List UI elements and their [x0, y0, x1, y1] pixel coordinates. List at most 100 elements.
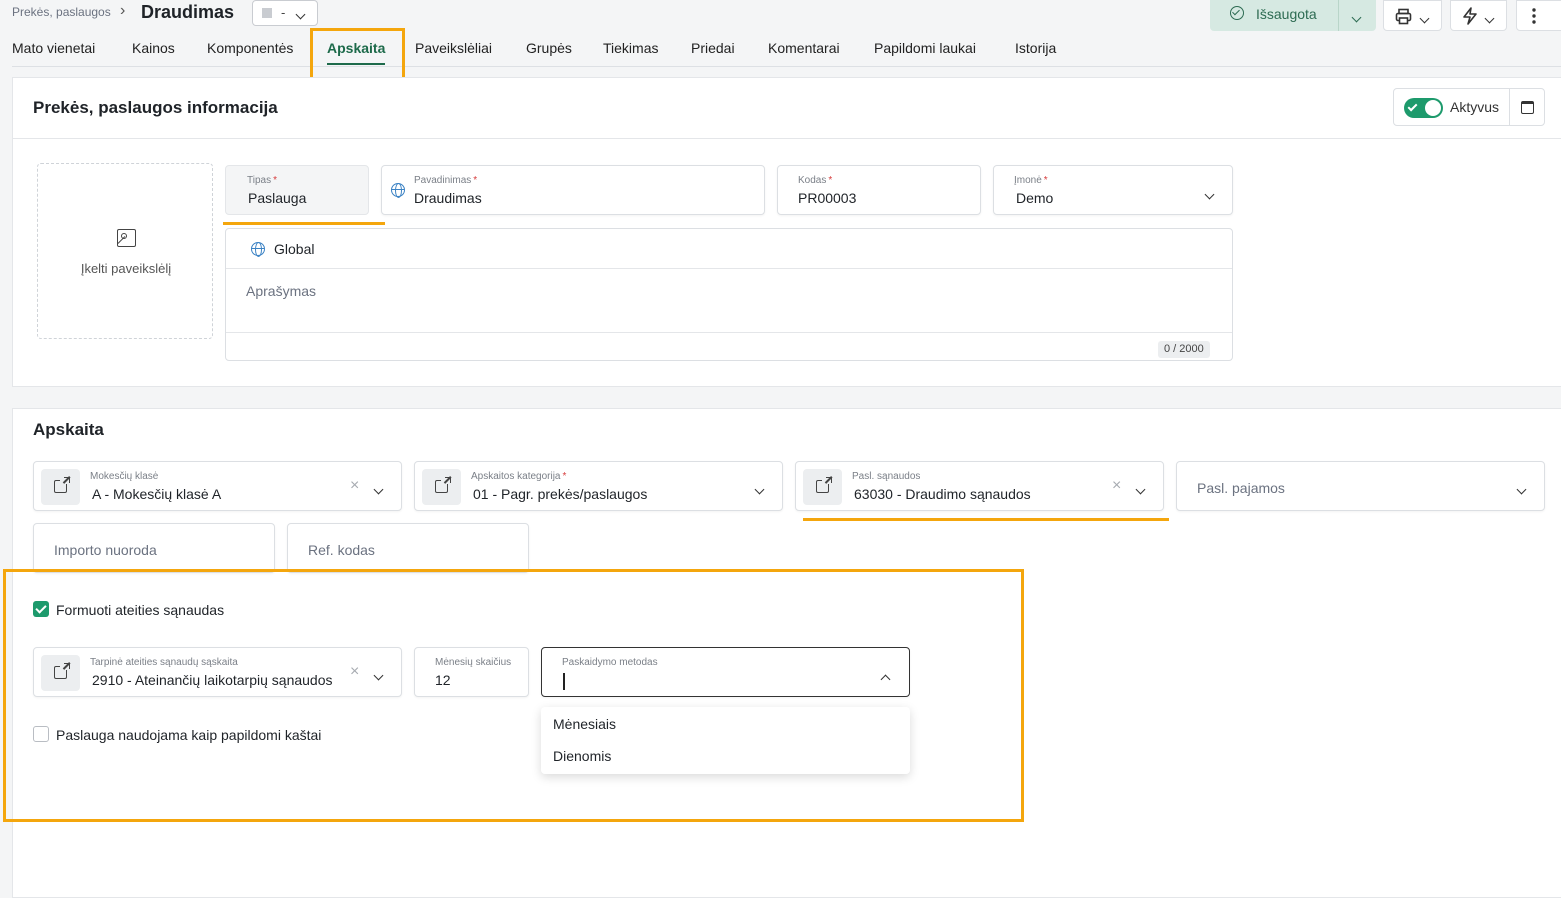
tab-komponentes[interactable]: Komponentės [207, 40, 293, 56]
toggle-switch[interactable] [1404, 98, 1443, 118]
kategorija-value: 01 - Pagr. prekės/paslaugos [473, 486, 648, 502]
tab-grupes[interactable]: Grupės [526, 40, 572, 56]
breadcrumb[interactable]: Prekės, paslaugos [12, 5, 111, 19]
language-selector[interactable]: Global [226, 229, 1232, 269]
lightning-icon [1463, 7, 1477, 25]
text-caret [563, 673, 565, 690]
open-link-button[interactable] [422, 469, 461, 505]
actions-button[interactable] [1450, 0, 1507, 31]
language-label: Global [274, 241, 315, 257]
clear-icon[interactable]: × [1112, 477, 1121, 495]
check-circle-icon [1230, 6, 1244, 20]
more-vertical-icon [1532, 8, 1536, 24]
open-link-button[interactable] [803, 469, 842, 505]
tipas-field[interactable]: Tipas * Paslauga [225, 165, 369, 215]
kodas-field[interactable]: Kodas * PR00003 [777, 165, 981, 215]
save-button[interactable]: Išsaugota [1210, 0, 1338, 31]
tab-bar: Mato vienetai Kainos Komponentės Apskait… [12, 30, 1561, 67]
importo-placeholder: Importo nuoroda [54, 542, 157, 558]
clear-icon[interactable]: × [350, 477, 359, 495]
papildomi-kastai-checkbox[interactable] [33, 726, 49, 742]
sanaudos-value: 63030 - Draudimo sąnaudos [854, 486, 1031, 502]
kodas-input: PR00003 [798, 190, 857, 206]
highlight-underline-tipas [223, 222, 385, 225]
ref-placeholder: Ref. kodas [308, 542, 375, 558]
chevron-down-icon [1419, 9, 1430, 27]
menu-option-menesiais[interactable]: Mėnesiais [553, 716, 616, 732]
open-link-button[interactable] [41, 655, 80, 691]
tab-paveiksleliai[interactable]: Paveikslėliai [415, 40, 492, 56]
image-upload-label: Įkelti paveikslėlį [80, 261, 172, 276]
globe-icon [251, 242, 265, 257]
formuoti-checkbox[interactable] [33, 601, 49, 617]
status-square-icon [262, 8, 272, 18]
imone-label: Įmonė * [1014, 175, 1048, 186]
papildomi-kastai-label[interactable]: Paslauga naudojama kaip papildomi kaštai [56, 727, 321, 743]
chevron-down-icon [373, 666, 384, 684]
printer-icon [1395, 8, 1412, 25]
apskaitos-kategorija-select[interactable]: Apskaitos kategorija * 01 - Pagr. prekės/… [414, 461, 783, 511]
formuoti-label[interactable]: Formuoti ateities sąnaudas [56, 602, 224, 618]
page-title: Draudimas [141, 2, 235, 22]
status-select[interactable]: - [252, 0, 318, 26]
chevron-down-icon [754, 480, 765, 498]
open-link-button[interactable] [41, 469, 80, 505]
mokesciu-label: Mokesčių klasė [90, 471, 159, 482]
active-toggle-label: Aktyvus [1450, 99, 1500, 115]
chevron-down-icon [1516, 480, 1527, 498]
tarpine-value: 2910 - Ateinančių laikotarpių sąnaudos [92, 672, 333, 688]
menesiu-input: 12 [435, 672, 451, 688]
status-value: - [281, 5, 286, 20]
chevron-down-icon [295, 6, 306, 21]
paskaidymo-metodas-select[interactable]: Paskaidymo metodas [541, 647, 910, 697]
active-toggle[interactable]: Aktyvus [1393, 88, 1510, 126]
pajamos-placeholder: Pasl. pajamos [1197, 480, 1285, 496]
pasl-pajamos-select[interactable]: Pasl. pajamos [1176, 461, 1545, 511]
pavadinimas-field[interactable]: Pavadinimas * Draudimas [381, 165, 765, 215]
tarpine-saskaita-select[interactable]: Tarpinė ateities sąnaudų sąskaita 2910 -… [33, 647, 402, 697]
paskaidymo-dropdown-menu: Mėnesiais Dienomis [541, 707, 910, 774]
tab-tiekimas[interactable]: Tiekimas [603, 40, 659, 56]
description-input[interactable]: Aprašymas [246, 283, 316, 299]
tab-priedai[interactable]: Priedai [691, 40, 735, 56]
description-editor[interactable]: Global Aprašymas 0 / 2000 [225, 228, 1233, 361]
calendar-button[interactable] [1509, 88, 1545, 126]
chevron-down-icon [1204, 185, 1215, 203]
pavadinimas-label: Pavadinimas * [414, 175, 478, 186]
save-dropdown-button[interactable] [1338, 0, 1376, 31]
tipas-label: Tipas * [247, 175, 277, 186]
imone-value: Demo [1016, 190, 1054, 206]
tipas-value: Paslauga [248, 190, 307, 206]
print-button[interactable] [1383, 0, 1442, 31]
pavadinimas-input: Draudimas [414, 190, 482, 206]
save-button-label: Išsaugota [1256, 6, 1317, 22]
importo-nuoroda-field[interactable]: Importo nuoroda [33, 523, 275, 573]
kategorija-label: Apskaitos kategorija * [471, 471, 567, 482]
char-counter: 0 / 2000 [1158, 341, 1210, 358]
ref-kodas-field[interactable]: Ref. kodas [287, 523, 529, 573]
menu-option-dienomis[interactable]: Dienomis [553, 748, 611, 764]
mokesciu-value: A - Mokesčių klasė A [92, 486, 222, 502]
highlight-tab-apskaita [310, 28, 405, 81]
tab-istorija[interactable]: Istorija [1015, 40, 1056, 56]
pasl-sanaudos-select[interactable]: Pasl. sąnaudos 63030 - Draudimo sąnaudos… [795, 461, 1164, 511]
menesiu-label: Mėnesių skaičius [435, 657, 512, 668]
chevron-down-icon [1135, 480, 1146, 498]
tab-komentarai[interactable]: Komentarai [768, 40, 840, 56]
clear-icon[interactable]: × [350, 663, 359, 681]
tab-mato-vienetai[interactable]: Mato vienetai [12, 40, 95, 56]
tab-kainos[interactable]: Kainos [132, 40, 175, 56]
menesiu-skaicius-field[interactable]: Mėnesių skaičius 12 [414, 647, 529, 697]
highlight-underline-sanaudos [803, 518, 1169, 521]
globe-icon [391, 183, 405, 198]
calendar-icon [1521, 101, 1534, 114]
mokesciu-klase-select[interactable]: Mokesčių klasė A - Mokesčių klasė A × [33, 461, 402, 511]
breadcrumb-separator-icon: › [120, 2, 126, 19]
chevron-down-icon [1351, 8, 1362, 26]
sanaudos-label: Pasl. sąnaudos [852, 471, 921, 482]
image-icon [117, 229, 136, 247]
more-button[interactable] [1516, 0, 1561, 31]
image-upload[interactable]: Įkelti paveikslėlį [37, 163, 213, 339]
imone-select[interactable]: Įmonė * Demo [993, 165, 1233, 215]
tab-papildomi-laukai[interactable]: Papildomi laukai [874, 40, 976, 56]
